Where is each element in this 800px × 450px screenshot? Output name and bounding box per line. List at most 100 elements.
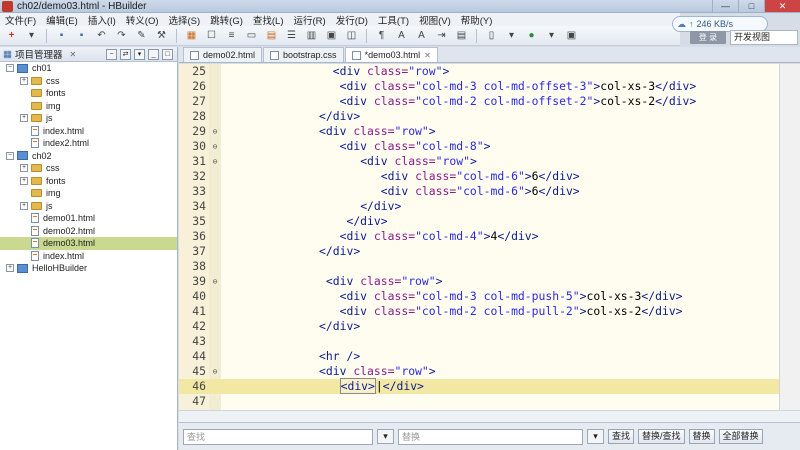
replace-input[interactable]: 替换 <box>398 428 583 445</box>
browser-icon[interactable]: ● <box>524 28 539 43</box>
login-button[interactable]: 登 录 <box>690 31 726 44</box>
comment-icon[interactable]: ▭ <box>244 28 259 43</box>
collapse-all-icon[interactable]: − <box>106 48 117 60</box>
editor-tab[interactable]: *demo03.html ✕ <box>344 47 438 62</box>
find-replace-bar: 查找 ▾ 替换 ▾ 查找 替换/查找 替换 全部替换 <box>179 422 800 450</box>
tree-item-demo01-html[interactable]: demo01.html <box>0 212 177 225</box>
replace-all-button[interactable]: 全部替换 <box>718 429 763 444</box>
expand-icon[interactable]: + <box>20 114 28 123</box>
menu-goto[interactable]: 跳转(G) <box>205 13 248 27</box>
view-menu-icon[interactable]: ▾ <box>134 48 145 60</box>
tree-item-index-html[interactable]: index.html <box>0 250 177 263</box>
editor-tab[interactable]: demo02.html <box>183 47 263 62</box>
maximize-button[interactable]: □ <box>738 0 764 12</box>
clean-icon[interactable]: ✎ <box>134 28 149 43</box>
editor-tab[interactable]: bootstrap.css <box>263 47 344 62</box>
menu-escape[interactable]: 转义(O) <box>121 13 164 27</box>
close-icon[interactable]: ✕ <box>70 50 77 59</box>
minimize-button[interactable]: — <box>712 0 738 12</box>
vertical-scrollbar[interactable] <box>779 64 800 410</box>
chevron-down-icon[interactable]: ▾ <box>504 28 519 43</box>
tree-item-js[interactable]: + js <box>0 200 177 213</box>
tree-item-ch01[interactable]: − ch01 <box>0 62 177 75</box>
replace-options-icon[interactable]: ▾ <box>587 429 604 444</box>
close-icon[interactable]: ✕ <box>424 51 431 60</box>
align-icon[interactable]: ≡ <box>224 28 239 43</box>
tree-item-js[interactable]: + js <box>0 112 177 125</box>
expand-icon[interactable]: + <box>20 176 28 185</box>
new-icon[interactable]: + <box>4 28 19 43</box>
minimize-panel-icon[interactable]: _ <box>148 48 159 60</box>
expand-icon[interactable]: + <box>20 76 28 85</box>
code-editor[interactable]: 25 <div class="row"> 26 <div class="col-md-… <box>179 64 779 410</box>
close-button[interactable]: ✕ <box>764 0 800 12</box>
tree-item-fonts[interactable]: + fonts <box>0 175 177 188</box>
expand-icon[interactable]: + <box>20 164 28 173</box>
menu-file[interactable]: 文件(F) <box>0 13 41 27</box>
pilcrow-icon[interactable]: ¶ <box>374 28 389 43</box>
menu-view[interactable]: 视图(V) <box>414 13 456 27</box>
file-icon <box>190 50 199 60</box>
maximize-panel-icon[interactable]: □ <box>162 48 173 60</box>
phone-icon[interactable]: ▯ <box>484 28 499 43</box>
find-input[interactable]: 查找 <box>183 428 373 445</box>
preview-icon[interactable]: ☐ <box>204 28 219 43</box>
tree-item-fonts[interactable]: fonts <box>0 87 177 100</box>
expand-icon[interactable]: + <box>20 201 28 210</box>
tree-item-hellohbuilder[interactable]: + HelloHBuilder <box>0 262 177 275</box>
replace-button[interactable]: 替换 <box>688 429 715 444</box>
outline-icon[interactable]: ▥ <box>304 28 319 43</box>
font-size-up-icon[interactable]: A <box>394 28 409 43</box>
code-token-tag: <div <box>339 289 374 303</box>
fold-toggle-icon[interactable]: ⊖ <box>209 274 221 289</box>
font-size-down-icon[interactable]: A <box>414 28 429 43</box>
tree-item-img[interactable]: img <box>0 187 177 200</box>
collapse-icon[interactable]: − <box>6 151 14 160</box>
menu-select[interactable]: 选择(S) <box>164 13 206 27</box>
menu-tools[interactable]: 工具(T) <box>373 13 414 27</box>
menu-edit[interactable]: 编辑(E) <box>41 13 83 27</box>
collapse-icon[interactable]: − <box>6 64 14 73</box>
tree-item-css[interactable]: + css <box>0 162 177 175</box>
fold-toggle-icon[interactable]: ⊖ <box>209 139 221 154</box>
tree-item-img[interactable]: img <box>0 100 177 113</box>
tab-icon[interactable]: ⇥ <box>434 28 449 43</box>
grid-icon[interactable]: ▦ <box>184 28 199 43</box>
link-editor-icon[interactable]: ⇄ <box>120 48 131 60</box>
redo-icon[interactable]: ↷ <box>114 28 129 43</box>
chevron-down-icon[interactable]: ▾ <box>24 28 39 43</box>
snippet-icon[interactable]: ▤ <box>264 28 279 43</box>
view-select[interactable]: 开发视图 <box>730 30 798 45</box>
save-icon[interactable]: ▪ <box>54 28 69 43</box>
expand-icon[interactable]: + <box>6 264 14 273</box>
chevron-down-icon[interactable]: ▾ <box>544 28 559 43</box>
fold-toggle-icon[interactable]: ⊖ <box>209 364 221 379</box>
menu-help[interactable]: 帮助(Y) <box>456 13 498 27</box>
tree-item-index-html[interactable]: index.html <box>0 125 177 138</box>
fold-toggle-icon[interactable]: ⊖ <box>209 154 221 169</box>
tools-icon[interactable]: ⚒ <box>154 28 169 43</box>
undo-icon[interactable]: ↶ <box>94 28 109 43</box>
menu-find[interactable]: 查找(L) <box>248 13 289 27</box>
replace-find-button[interactable]: 替换/查找 <box>638 429 685 444</box>
find-options-icon[interactable]: ▾ <box>377 429 394 444</box>
panel-icon[interactable]: ▣ <box>324 28 339 43</box>
horizontal-scrollbar[interactable] <box>179 410 800 422</box>
tree-item-css[interactable]: + css <box>0 75 177 88</box>
fold-toggle-icon[interactable]: ⊖ <box>209 124 221 139</box>
tree-item-ch02[interactable]: − ch02 <box>0 150 177 163</box>
menu-publish[interactable]: 发行(D) <box>331 13 373 27</box>
save-all-icon[interactable]: ▪ <box>74 28 89 43</box>
tree-item-index2-html[interactable]: index2.html <box>0 137 177 150</box>
code-token-attr: class= <box>360 274 402 288</box>
format-icon[interactable]: ▤ <box>454 28 469 43</box>
settings-icon[interactable]: ▣ <box>564 28 579 43</box>
list-icon[interactable]: ☰ <box>284 28 299 43</box>
tree-item-demo03-html[interactable]: demo03.html <box>0 237 177 250</box>
menu-insert[interactable]: 插入(I) <box>83 13 121 27</box>
split-icon[interactable]: ◫ <box>344 28 359 43</box>
find-button[interactable]: 查找 <box>608 429 635 444</box>
tree-item-demo02-html[interactable]: demo02.html <box>0 225 177 238</box>
menu-run[interactable]: 运行(R) <box>289 13 331 27</box>
upload-arrow-icon: ↑ <box>689 19 694 29</box>
